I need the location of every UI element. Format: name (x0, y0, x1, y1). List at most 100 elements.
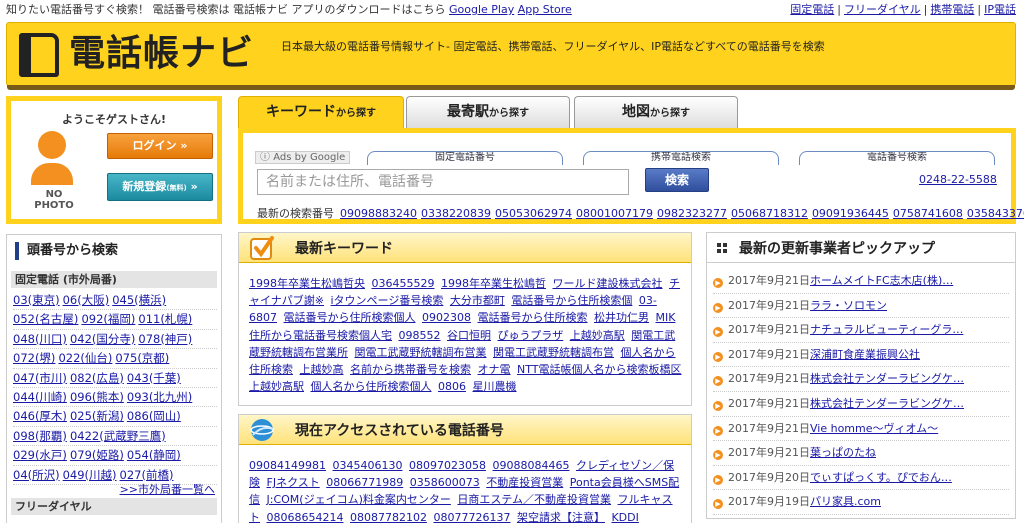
keyword-link[interactable]: ぴゅうプラザ (498, 329, 564, 342)
keyword-link[interactable]: オナ電 (478, 363, 511, 376)
area-code-link[interactable]: 093(北九州) (127, 390, 192, 404)
pickup-business-link[interactable]: ホームメイトFC志木店(株)… (810, 274, 953, 287)
accessed-number-link[interactable]: 架空請求【注意】 (517, 511, 605, 524)
accessed-number-link[interactable]: 08077726137 (433, 511, 510, 524)
pickup-business-link[interactable]: ララ・ソロモン (810, 299, 887, 312)
ads-label[interactable]: ⓘ Ads by Google (255, 151, 351, 164)
recent-number[interactable]: 05053062974 (495, 207, 572, 220)
area-code-link[interactable]: 098(那覇) (13, 429, 67, 443)
more-area-codes-link[interactable]: >>市外局番一覧へ (120, 481, 215, 497)
area-code-link[interactable]: 044(川崎) (13, 390, 67, 404)
tab-map[interactable]: 地図から探す (574, 96, 738, 128)
keyword-link[interactable]: ワールド建設株式会社 (553, 277, 663, 290)
area-code-link[interactable]: 042(国分寺) (70, 332, 135, 346)
area-code-link[interactable]: 06(大阪) (63, 293, 110, 307)
area-code-link[interactable]: 072(堺) (13, 351, 55, 365)
recent-number[interactable]: 0758741608 (893, 207, 963, 220)
pickup-business-link[interactable]: パリ家具.com (810, 495, 881, 508)
area-code-link[interactable]: 078(神戸) (138, 332, 192, 346)
area-code-link[interactable]: 082(広島) (70, 371, 124, 385)
area-code-link[interactable]: 048(川口) (13, 332, 67, 346)
login-button[interactable]: ログイン » (107, 133, 213, 159)
pickup-business-link[interactable]: 葉っぱのたね (810, 446, 876, 459)
recent-number[interactable]: 0338220839 (421, 207, 491, 220)
keyword-link[interactable]: 谷口恒明 (447, 329, 491, 342)
area-code-link[interactable]: 092(福岡) (81, 312, 135, 326)
link-fixed-phone[interactable]: 固定電話 (790, 3, 834, 16)
pickup-business-link[interactable]: でぃすぱっくす。ぴでおん… (810, 471, 952, 484)
area-code-link[interactable]: 086(岡山) (127, 409, 181, 423)
search-input[interactable]: 名前または住所、電話番号 (257, 169, 629, 195)
accessed-number-link[interactable]: 日商エステム／不動産投資営業 (457, 493, 611, 506)
site-logo[interactable]: 電話帳ナビ (19, 31, 267, 77)
keyword-link[interactable]: 1998年卒業生松嶋哲央 (249, 277, 365, 290)
accessed-number-link[interactable]: J:COM(ジェイコム)料金案内センター (267, 493, 451, 506)
area-code-link[interactable]: 045(横浜) (112, 293, 166, 307)
keyword-link[interactable]: 036455529 (372, 277, 435, 290)
register-button[interactable]: 新規登録(無料) » (107, 173, 213, 201)
recent-number[interactable]: 0358433765 (967, 207, 1024, 220)
recent-number[interactable]: 08001007179 (576, 207, 653, 220)
search-button[interactable]: 検索 (645, 168, 709, 192)
recent-number[interactable]: 05068718312 (731, 207, 808, 220)
area-code-link[interactable]: 022(仙台) (58, 351, 112, 365)
link-free-dial[interactable]: フリーダイヤル (844, 3, 921, 16)
accessed-number-link[interactable]: 不動産投資営業 (486, 476, 563, 489)
keyword-link[interactable]: 関電工武蔵野統轄調布営業 (355, 346, 487, 359)
link-mobile[interactable]: 携帯電話 (930, 3, 974, 16)
accessed-number-link[interactable]: 0345406130 (332, 459, 402, 472)
area-code-link[interactable]: 096(熊本) (70, 390, 124, 404)
area-code-link[interactable]: 043(千葉) (127, 371, 181, 385)
area-code-link[interactable]: 052(名古屋) (13, 312, 78, 326)
accessed-number-link[interactable]: FJネクスト (267, 476, 320, 489)
keyword-link[interactable]: 個人名から住所検索個人 (311, 380, 432, 393)
pickup-business-link[interactable]: 株式会社テンダーラビングケ… (810, 372, 964, 385)
keyword-link[interactable]: 星川農機 (473, 380, 517, 393)
area-code-link[interactable]: 079(姫路) (70, 448, 124, 462)
keyword-link[interactable]: 0902308 (422, 311, 471, 324)
accessed-number-link[interactable]: 09088084465 (492, 459, 569, 472)
accessed-number-link[interactable]: 0358600073 (410, 476, 480, 489)
accessed-number-link[interactable]: 08068654214 (267, 511, 344, 524)
pickup-business-link[interactable]: ナチュラルビューティーグラ… (810, 323, 963, 336)
area-code-link[interactable]: 075(京都) (115, 351, 169, 365)
accessed-number-link[interactable]: 08087782102 (350, 511, 427, 524)
phone-link[interactable]: 0248-22-5588 (919, 173, 997, 186)
keyword-link[interactable]: 上越妙高 (300, 363, 344, 376)
google-play-link[interactable]: Google Play (449, 3, 514, 16)
accessed-number-link[interactable]: 08066771989 (326, 476, 403, 489)
keyword-link[interactable]: 上越妙高駅 (570, 329, 625, 342)
link-ip-phone[interactable]: IP電話 (984, 3, 1016, 16)
keyword-link[interactable]: MIK (656, 311, 676, 324)
app-store-link[interactable]: App Store (518, 3, 572, 16)
accessed-number-link[interactable]: KDDI (611, 511, 638, 524)
area-code-link[interactable]: 0422(武蔵野三鷹) (70, 429, 166, 443)
pickup-business-link[interactable]: 株式会社テンダーラビングケ… (810, 397, 964, 410)
keyword-link[interactable]: 1998年卒業生松嶋哲 (441, 277, 546, 290)
keyword-link[interactable]: 電話番号から住所検索個 (511, 294, 632, 307)
recent-number[interactable]: 0982323277 (657, 207, 727, 220)
ad-link-mobile-search[interactable]: 携帯電話検索 (583, 151, 779, 165)
recent-number[interactable]: 09098883240 (340, 207, 417, 220)
accessed-number-link[interactable]: 08097023058 (409, 459, 486, 472)
area-code-link[interactable]: 054(静岡) (127, 448, 181, 462)
area-code-link[interactable]: 029(水戸) (13, 448, 67, 462)
recent-number[interactable]: 09091936445 (812, 207, 889, 220)
area-code-link[interactable]: 047(市川) (13, 371, 67, 385)
keyword-link[interactable]: 0806 (438, 380, 466, 393)
keyword-link[interactable]: 住所から電話番号検索個人宅 (249, 329, 392, 342)
tab-station[interactable]: 最寄駅から探す (406, 96, 570, 128)
keyword-link[interactable]: iタウンページ番号検索 (331, 294, 444, 307)
keyword-link[interactable]: 名前から携帯番号を検索 (350, 363, 471, 376)
pickup-business-link[interactable]: Vie homme〜ヴィオム〜 (810, 422, 938, 435)
accessed-number-link[interactable]: 09084149981 (249, 459, 326, 472)
keyword-link[interactable]: 松井功仁男 (594, 311, 649, 324)
area-code-link[interactable]: 011(札幌) (138, 312, 192, 326)
keyword-link[interactable]: 電話番号から住所検索 (478, 311, 588, 324)
pickup-business-link[interactable]: 深浦町食産業振興公社 (810, 348, 920, 361)
keyword-link[interactable]: 上越妙高駅 (249, 380, 304, 393)
area-code-link[interactable]: 03(東京) (13, 293, 60, 307)
keyword-link[interactable]: 電話番号から住所検索個人 (284, 311, 416, 324)
area-code-link[interactable]: 049(川越) (63, 468, 117, 482)
keyword-link[interactable]: 098552 (399, 329, 441, 342)
